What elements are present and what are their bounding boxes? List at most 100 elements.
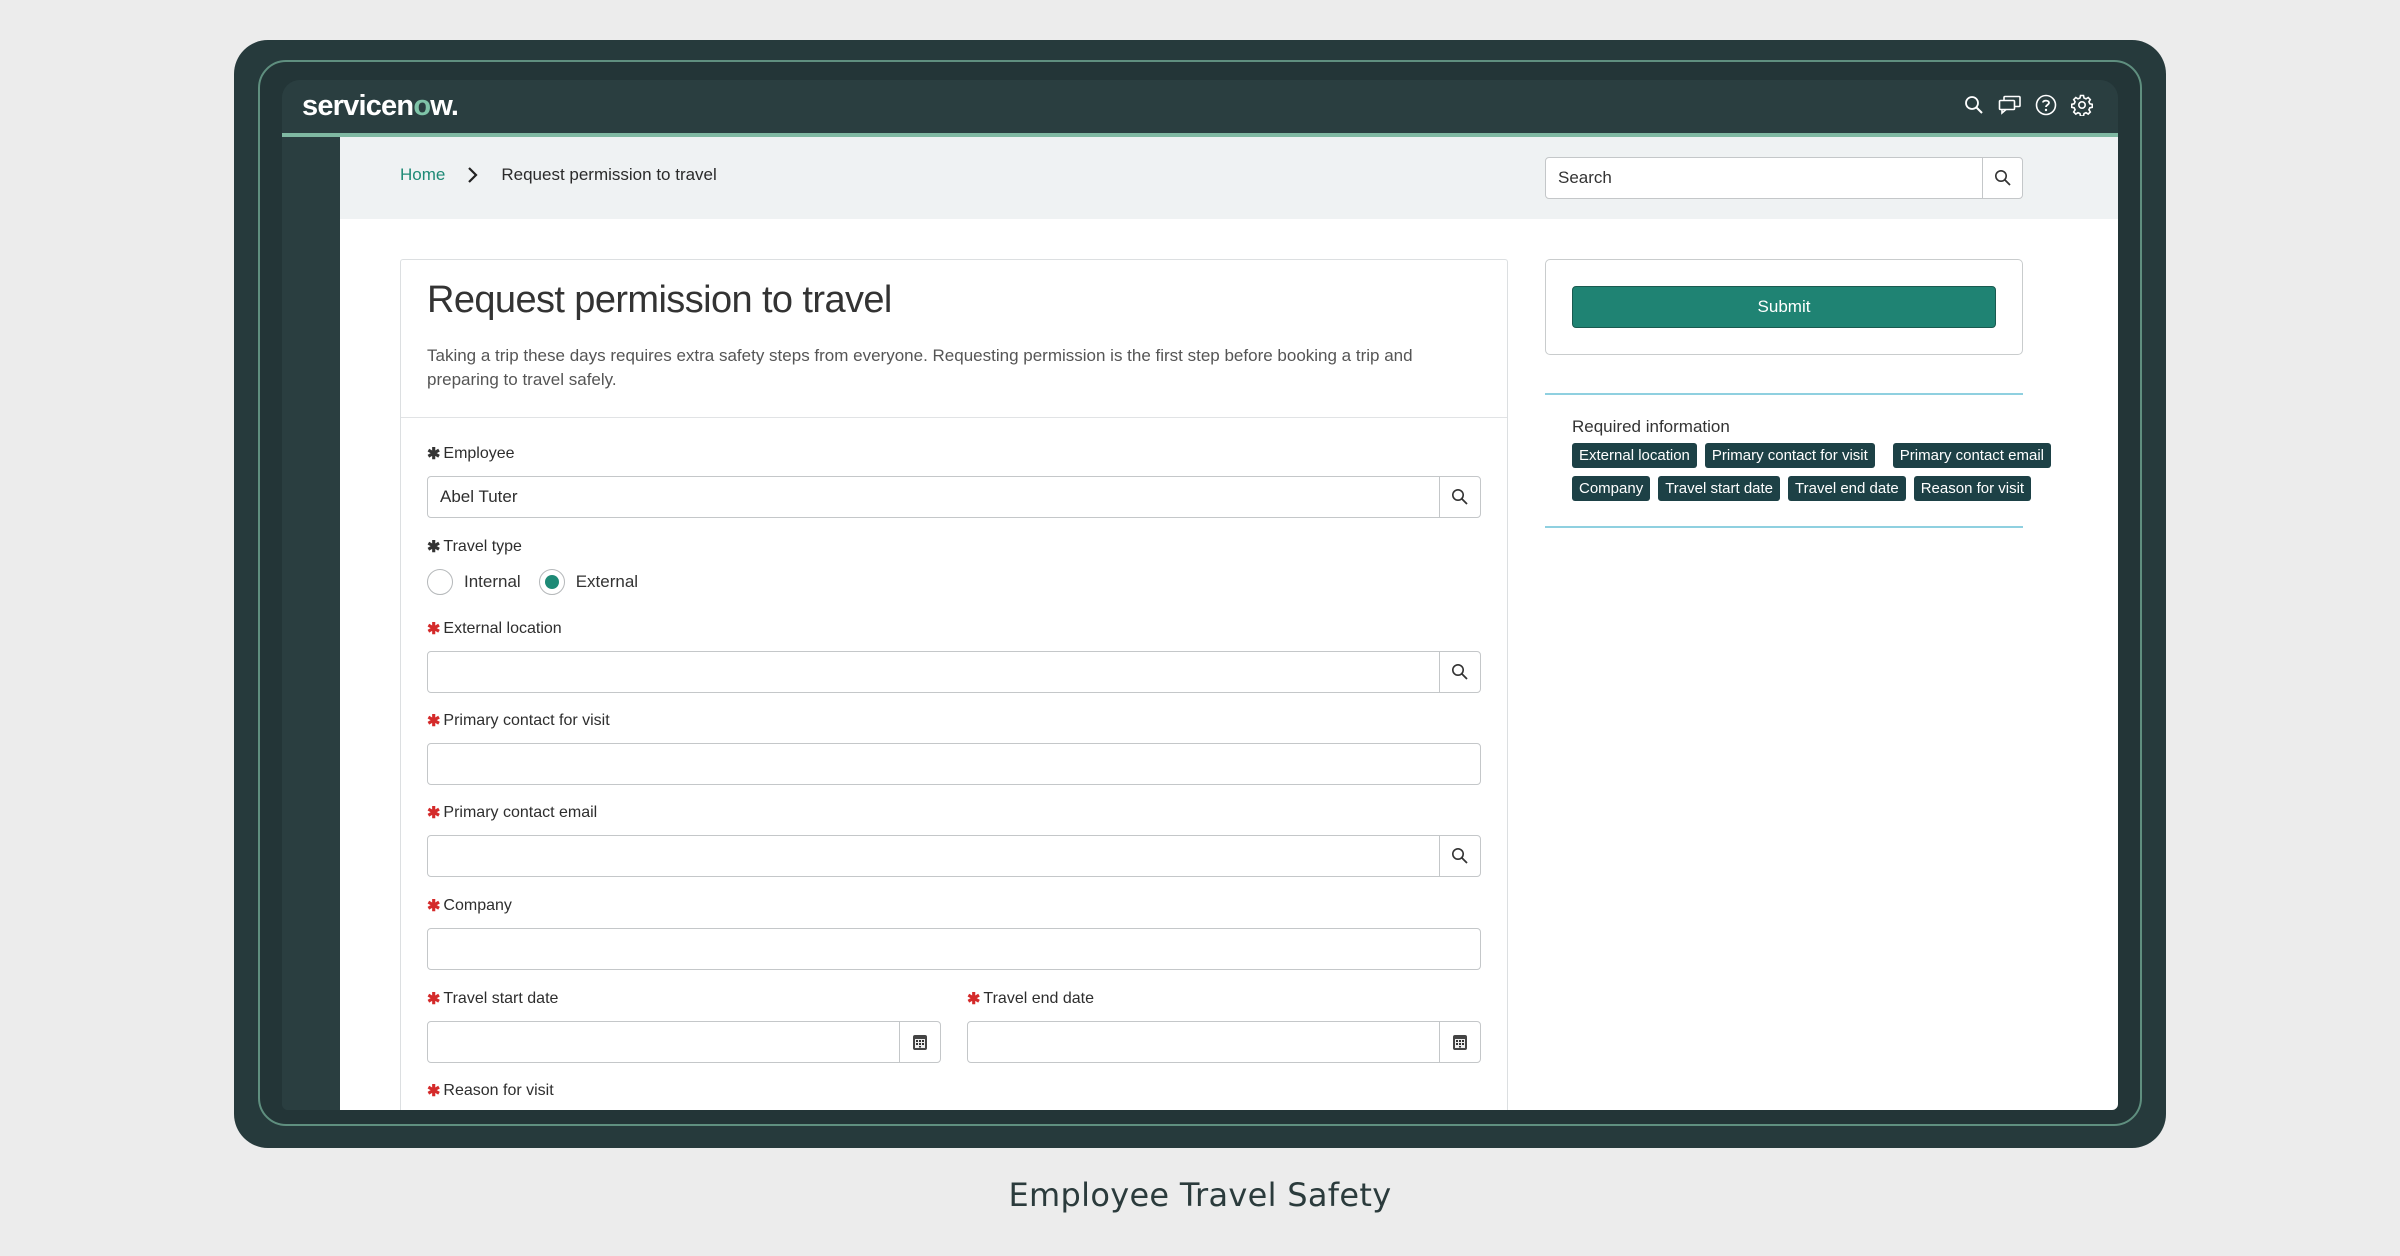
travel-type-radio-group: Internal External — [427, 569, 1481, 595]
search-icon — [1452, 489, 1468, 505]
employee-label: ✱ Employee — [427, 444, 1481, 464]
required-mark: ✱ — [427, 713, 441, 730]
search-button[interactable] — [1982, 158, 2022, 198]
primary-contact-email-label-text: Primary contact email — [443, 804, 598, 821]
search-input[interactable] — [1546, 158, 1982, 198]
image-caption: Employee Travel Safety — [1008, 1176, 1392, 1214]
travel-end-date-input[interactable] — [968, 1022, 1439, 1062]
logo-text-o: o — [413, 90, 431, 122]
chevron-right-icon — [467, 166, 479, 184]
employee-label-text: Employee — [443, 445, 515, 462]
calendar-icon — [1453, 1035, 1467, 1050]
required-tag[interactable]: Travel end date — [1788, 476, 1906, 501]
required-mark: ✱ — [427, 898, 441, 915]
required-tag[interactable]: Company — [1572, 476, 1651, 501]
external-location-label-text: External location — [443, 620, 562, 637]
radio-circle-unselected[interactable] — [427, 569, 453, 595]
search-icon[interactable] — [1962, 92, 1986, 118]
calendar-icon — [913, 1035, 927, 1050]
required-mark: ✱ — [427, 1083, 441, 1100]
submit-button[interactable]: Submit — [1572, 286, 1996, 328]
required-mark: ✱ — [427, 621, 441, 638]
logo-text-prefix: servicen — [302, 90, 414, 122]
reason-for-visit-field: ✱ Reason for visit — [427, 1081, 1481, 1101]
required-mark: ✱ — [967, 991, 981, 1008]
app-window: servicenow. Home Request permission to t… — [282, 80, 2118, 1110]
required-tag[interactable]: External location — [1572, 443, 1697, 468]
required-tag[interactable]: Primary contact for visit — [1704, 443, 1875, 468]
employee-input[interactable] — [428, 477, 1439, 517]
primary-contact-email-label: ✱ Primary contact email — [427, 803, 1481, 823]
travel-end-date-picker-button[interactable] — [1439, 1022, 1480, 1062]
required-mark: ✱ — [427, 991, 441, 1008]
travel-start-date-input-group — [427, 1021, 941, 1063]
primary-contact-email-field: ✱ Primary contact email — [427, 803, 1481, 877]
required-info-tags: External location Primary contact for vi… — [1572, 443, 2072, 501]
primary-contact-input-group — [427, 743, 1481, 785]
travel-start-date-label: ✱ Travel start date — [427, 989, 941, 1009]
required-info-top-divider — [1545, 393, 2023, 395]
search-icon — [1452, 848, 1468, 864]
company-input[interactable] — [428, 929, 1480, 969]
required-tag[interactable]: Reason for visit — [1913, 476, 2032, 501]
travel-end-date-input-group — [967, 1021, 1481, 1063]
search-icon — [1994, 170, 2011, 186]
travel-start-date-label-text: Travel start date — [443, 990, 559, 1007]
primary-contact-label-text: Primary contact for visit — [443, 712, 610, 729]
radio-internal[interactable]: Internal — [427, 569, 521, 595]
form-header: Request permission to travel Taking a tr… — [401, 260, 1507, 418]
required-tag[interactable]: Primary contact email — [1892, 443, 2051, 468]
required-mark: ✱ — [427, 539, 441, 556]
external-location-lookup-button[interactable] — [1439, 652, 1480, 692]
travel-start-date-picker-button[interactable] — [899, 1022, 940, 1062]
company-label-text: Company — [443, 897, 512, 914]
travel-end-date-field: ✱ Travel end date — [967, 989, 1481, 1063]
travel-start-date-field: ✱ Travel start date — [427, 989, 941, 1063]
submit-card: Submit — [1545, 259, 2023, 355]
employee-input-group — [427, 476, 1481, 518]
radio-external[interactable]: External — [538, 569, 639, 595]
request-form-card: Request permission to travel Taking a tr… — [400, 259, 1508, 1110]
search-box — [1545, 157, 2023, 199]
servicenow-logo[interactable]: servicenow. — [302, 86, 459, 126]
external-location-input[interactable] — [428, 652, 1439, 692]
external-location-label: ✱ External location — [427, 619, 1481, 639]
required-mark: ✱ — [427, 805, 441, 822]
breadcrumb-home-link[interactable]: Home — [400, 165, 445, 185]
travel-type-label: ✱ Travel type — [427, 537, 1481, 557]
external-location-input-group — [427, 651, 1481, 693]
chat-icon[interactable] — [1998, 92, 2022, 118]
top-navigation-bar: servicenow. — [282, 80, 2118, 133]
breadcrumb: Home Request permission to travel — [400, 165, 717, 185]
radio-external-label: External — [575, 572, 639, 591]
travel-start-date-input[interactable] — [428, 1022, 899, 1062]
external-location-field: ✱ External location — [427, 619, 1481, 693]
primary-contact-email-lookup-button[interactable] — [1439, 836, 1480, 876]
company-input-group — [427, 928, 1481, 970]
radio-selected-dot — [544, 575, 559, 589]
help-icon[interactable] — [2034, 92, 2058, 118]
reason-for-visit-label: ✱ Reason for visit — [427, 1081, 1481, 1101]
left-rail — [282, 137, 340, 1110]
breadcrumb-current: Request permission to travel — [501, 165, 717, 184]
required-info-bottom-divider — [1545, 526, 2023, 528]
gear-icon[interactable] — [2070, 92, 2094, 118]
primary-contact-field: ✱ Primary contact for visit — [427, 711, 1481, 785]
employee-lookup-button[interactable] — [1439, 477, 1480, 517]
form-title: Request permission to travel — [427, 279, 892, 321]
sub-header: Home Request permission to travel — [340, 137, 2118, 219]
radio-circle-selected[interactable] — [538, 569, 565, 595]
primary-contact-email-input-group — [427, 835, 1481, 877]
company-label: ✱ Company — [427, 896, 1481, 916]
reason-for-visit-label-text: Reason for visit — [443, 1082, 554, 1099]
primary-contact-email-input[interactable] — [428, 836, 1439, 876]
primary-contact-input[interactable] — [428, 744, 1480, 784]
search-icon — [1452, 664, 1468, 680]
radio-internal-label: Internal — [464, 572, 521, 591]
logo-text-suffix: w. — [430, 90, 459, 122]
required-info-title: Required information — [1572, 417, 1730, 436]
employee-field: ✱ Employee — [427, 444, 1481, 518]
required-tag[interactable]: Travel start date — [1658, 476, 1781, 501]
primary-contact-label: ✱ Primary contact for visit — [427, 711, 1481, 731]
travel-end-date-label: ✱ Travel end date — [967, 989, 1481, 1009]
